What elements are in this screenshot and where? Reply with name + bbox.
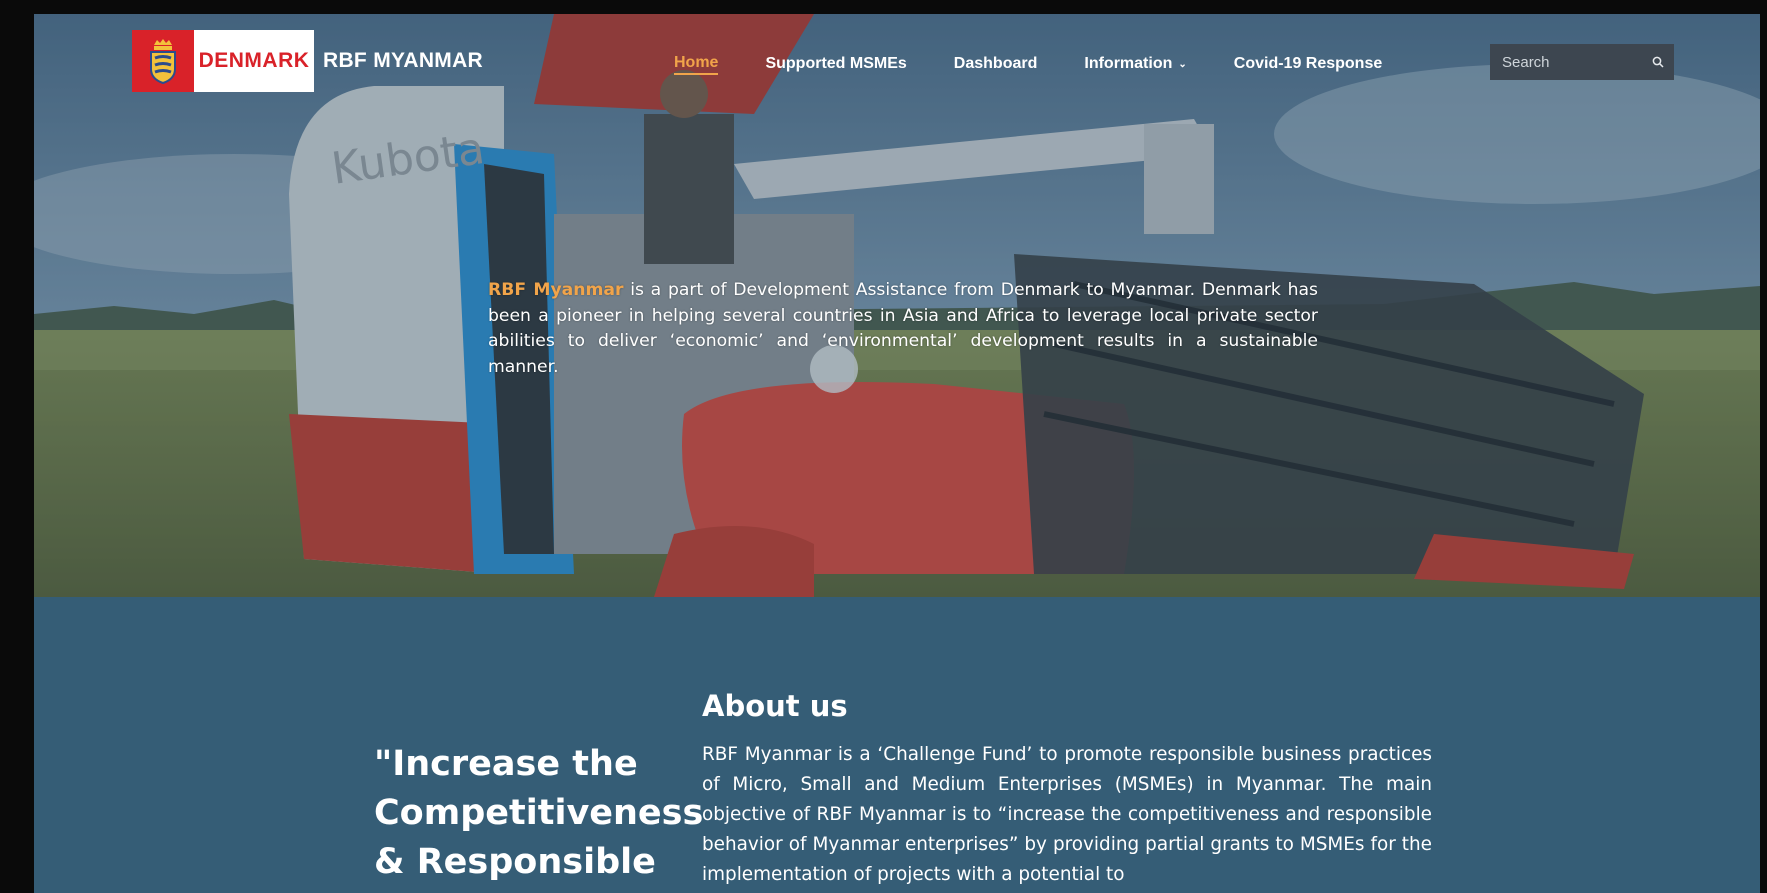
main-navigation: Home Supported MSMEs Dashboard Informati…	[674, 51, 1429, 77]
nav-covid-19-response[interactable]: Covid-19 Response	[1234, 55, 1382, 73]
nav-dashboard[interactable]: Dashboard	[954, 55, 1038, 73]
about-body: RBF Myanmar is a ‘Challenge Fund’ to pro…	[702, 744, 1432, 885]
nav-information-label: Information	[1084, 55, 1173, 72]
nav-covid-19-response-label: Covid-19 Response	[1233, 55, 1383, 72]
site-title[interactable]: RBF MYANMAR	[323, 49, 483, 73]
nav-home[interactable]: Home	[674, 53, 719, 75]
chevron-down-icon: ⌄	[1178, 58, 1187, 70]
about-title: About us	[702, 689, 848, 723]
nav-home-label: Home	[674, 53, 719, 71]
search-icon[interactable]	[1652, 53, 1664, 72]
hero-section: Kubota DENMARK RBF MYANMAR Home Supporte…	[34, 14, 1760, 597]
search-box	[1490, 44, 1674, 80]
nav-supported-msmes[interactable]: Supported MSMEs	[765, 55, 906, 73]
nav-supported-msmes-label: Supported MSMEs	[765, 55, 907, 72]
search-input[interactable]	[1500, 52, 1644, 72]
hero-highlight: RBF Myanmar	[488, 280, 624, 301]
about-quote: "Increase the Competitiveness & Responsi…	[374, 744, 704, 882]
denmark-logo[interactable]: DENMARK	[132, 30, 314, 92]
site-branding[interactable]: DENMARK RBF MYANMAR	[132, 30, 483, 92]
nav-information[interactable]: Information ⌄	[1084, 55, 1186, 73]
nav-dashboard-label: Dashboard	[953, 55, 1038, 72]
logo-text: DENMARK	[198, 49, 310, 72]
page-frame: Kubota DENMARK RBF MYANMAR Home Supporte…	[34, 14, 1760, 893]
coat-of-arms-icon	[132, 30, 194, 92]
hero-intro-text: RBF Myanmar is a part of Development Ass…	[488, 278, 1318, 380]
